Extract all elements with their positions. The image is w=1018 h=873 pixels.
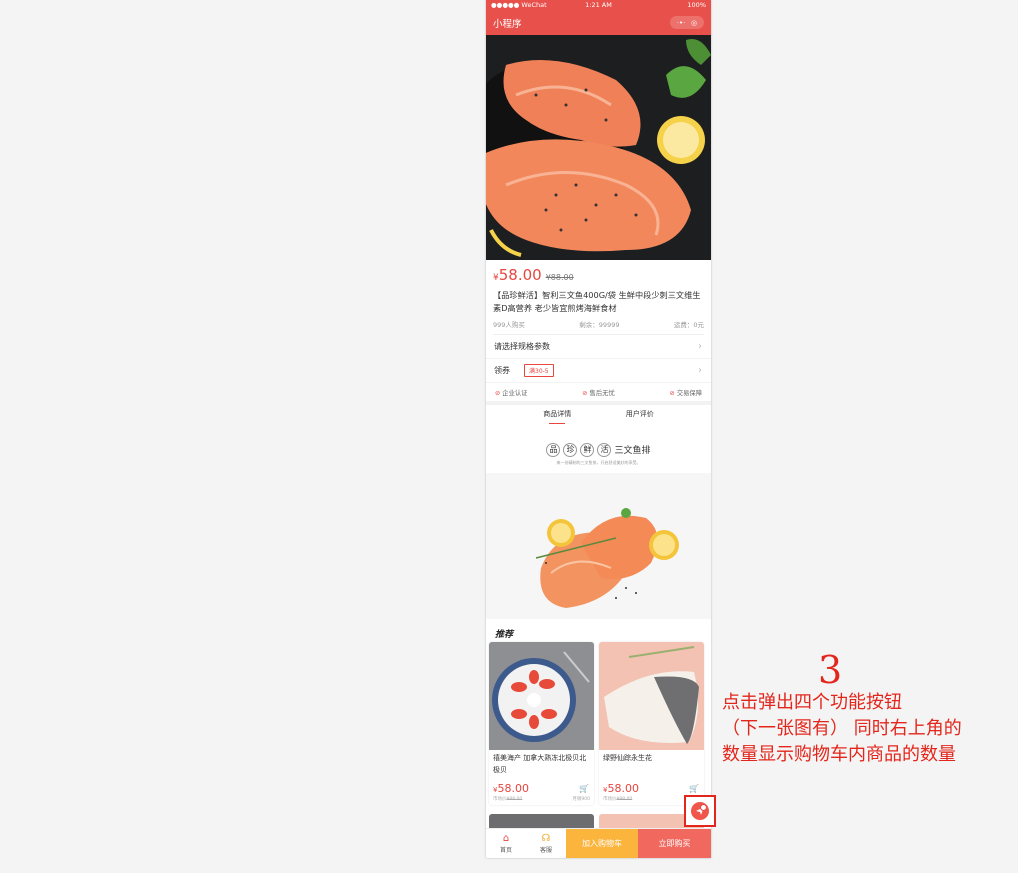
home-icon: ⌂ xyxy=(502,833,510,844)
check-circle-icon: ⊘ xyxy=(669,389,675,397)
bottom-action-bar: ⌂ 首页 ☊ 客服 加入购物车 立即购买 xyxy=(486,828,711,858)
spec-selector[interactable]: 请选择规格参数 › xyxy=(486,335,711,359)
annotation-line: 点击弹出四个功能按钮 xyxy=(722,692,902,713)
coupon-row[interactable]: 领券 满30-5 › xyxy=(486,359,711,383)
tab-product-detail[interactable]: 商品详情 xyxy=(543,409,571,424)
salmon-steak-image xyxy=(486,35,711,260)
annotation-number: 3 xyxy=(818,648,843,692)
guarantee-bar: ⊘ 企业认证 ⊘ 售后无忧 ⊘ 交易保障 xyxy=(486,383,711,405)
sold-count: 999人购买 xyxy=(493,321,525,329)
recommend-list: 禧美海产 加拿大熟冻北极贝北极贝 ¥58.00 市场价¥88.00 月销900 … xyxy=(486,642,711,805)
recommend-card[interactable]: 禧美海产 加拿大熟冻北极贝北极贝 ¥58.00 市场价¥88.00 月销900 … xyxy=(489,642,594,805)
brand-subtitle: 来一份精制的三文鱼排，开启舒适美妙的享受。 xyxy=(556,459,641,465)
brand-heading: 品 珍 鲜 活 三文鱼排 xyxy=(546,442,651,457)
page-title: 小程序 xyxy=(493,18,522,30)
scallop-image xyxy=(489,642,594,750)
brand-banner: 品 珍 鲜 活 三文鱼排 来一份精制的三文鱼排，开启舒适美妙的享受。 xyxy=(486,427,711,473)
recommend-card[interactable]: 绿野仙踪永生花 ¥58.00 市场价¥98.00 🛒 xyxy=(599,642,704,805)
detail-tabs: 商品详情 用户评价 xyxy=(486,405,711,427)
price-row: ¥58.00 ¥88.00 xyxy=(493,266,704,284)
buy-now-button[interactable]: 立即购买 xyxy=(638,829,711,858)
brand-char: 珍 xyxy=(563,442,578,457)
status-bar: ●●●●● WeChat 1:21 AM 100% xyxy=(486,0,711,10)
annotation-note: 点击弹出四个功能按钮 （下一张图有） 同时右上角的 数量显示购物车内商品的数量 xyxy=(722,690,962,768)
original-price: ¥88.00 xyxy=(545,273,574,282)
home-button[interactable]: ⌂ 首页 xyxy=(486,829,526,858)
chevron-right-icon: › xyxy=(698,341,702,352)
coupon-tag[interactable]: 满30-5 xyxy=(524,364,554,377)
stock-count: 剩余：99999 xyxy=(579,321,620,329)
price-block: ¥58.00 ¥88.00 【品珍鲜活】智利三文鱼400G/袋 生鲜中段少刺三文… xyxy=(486,260,711,335)
item-name: 绿野仙踪永生花 xyxy=(603,754,652,762)
recommend-title: 推荐 xyxy=(495,630,514,640)
salmon-dish-image xyxy=(486,473,711,619)
product-hero-image xyxy=(486,35,711,260)
annotation-line: （下一张图有） 同时右上角的 xyxy=(722,718,962,739)
customer-service-button[interactable]: ☊ 客服 xyxy=(526,829,566,858)
fish-slice-image xyxy=(599,642,704,750)
cart-icon[interactable]: 🛒 xyxy=(689,784,699,793)
detail-dish-image xyxy=(486,473,711,619)
check-circle-icon: ⊘ xyxy=(582,389,588,397)
add-to-cart-button[interactable]: 加入购物车 xyxy=(566,829,638,858)
check-circle-icon: ⊘ xyxy=(495,389,501,397)
item-name: 禧美海产 加拿大熟冻北极贝北极贝 xyxy=(493,754,587,774)
shipping-fee: 运费：0元 xyxy=(673,321,704,329)
spec-label: 请选择规格参数 xyxy=(494,342,550,351)
coupon-label: 领券 xyxy=(494,366,510,375)
cart-icon[interactable]: 🛒 xyxy=(579,784,589,793)
brand-char: 品 xyxy=(546,442,561,457)
guarantee-item: ⊘ 企业认证 xyxy=(495,389,528,397)
tab-user-reviews[interactable]: 用户评价 xyxy=(626,409,654,423)
floating-menu-button-highlight[interactable] xyxy=(684,795,716,827)
miniprogram-capsule: ·•· ◎ xyxy=(670,16,704,29)
floating-menu-button[interactable] xyxy=(691,802,709,820)
close-icon[interactable]: ◎ xyxy=(691,19,697,27)
brand-suffix: 三文鱼排 xyxy=(614,446,651,456)
product-stats: 999人购买 剩余：99999 运费：0元 xyxy=(493,319,704,335)
phone-screen: ●●●●● WeChat 1:21 AM 100% 小程序 ·•· ◎ ¥58.… xyxy=(486,0,711,858)
status-time: 1:21 AM xyxy=(585,1,612,9)
guarantee-item: ⊘ 交易保障 xyxy=(669,389,702,397)
more-icon[interactable]: ·•· xyxy=(677,19,686,27)
nav-bar: 小程序 ·•· ◎ xyxy=(486,10,711,35)
guarantee-item: ⊘ 售后无忧 xyxy=(582,389,615,397)
chevron-right-icon: › xyxy=(698,365,702,376)
product-title: 【品珍鲜活】智利三文鱼400G/袋 生鲜中段少刺三文维生素D高营养 老少皆宜煎烤… xyxy=(493,290,701,313)
item-meta: 市场价¥88.00 月销900 xyxy=(493,797,590,802)
cart-count-badge xyxy=(700,804,707,811)
brand-char: 活 xyxy=(597,442,612,457)
current-price: ¥58.00 xyxy=(493,266,542,284)
annotation-line: 数量显示购物车内商品的数量 xyxy=(722,744,956,765)
headset-icon: ☊ xyxy=(541,833,551,844)
brand-char: 鲜 xyxy=(580,442,595,457)
